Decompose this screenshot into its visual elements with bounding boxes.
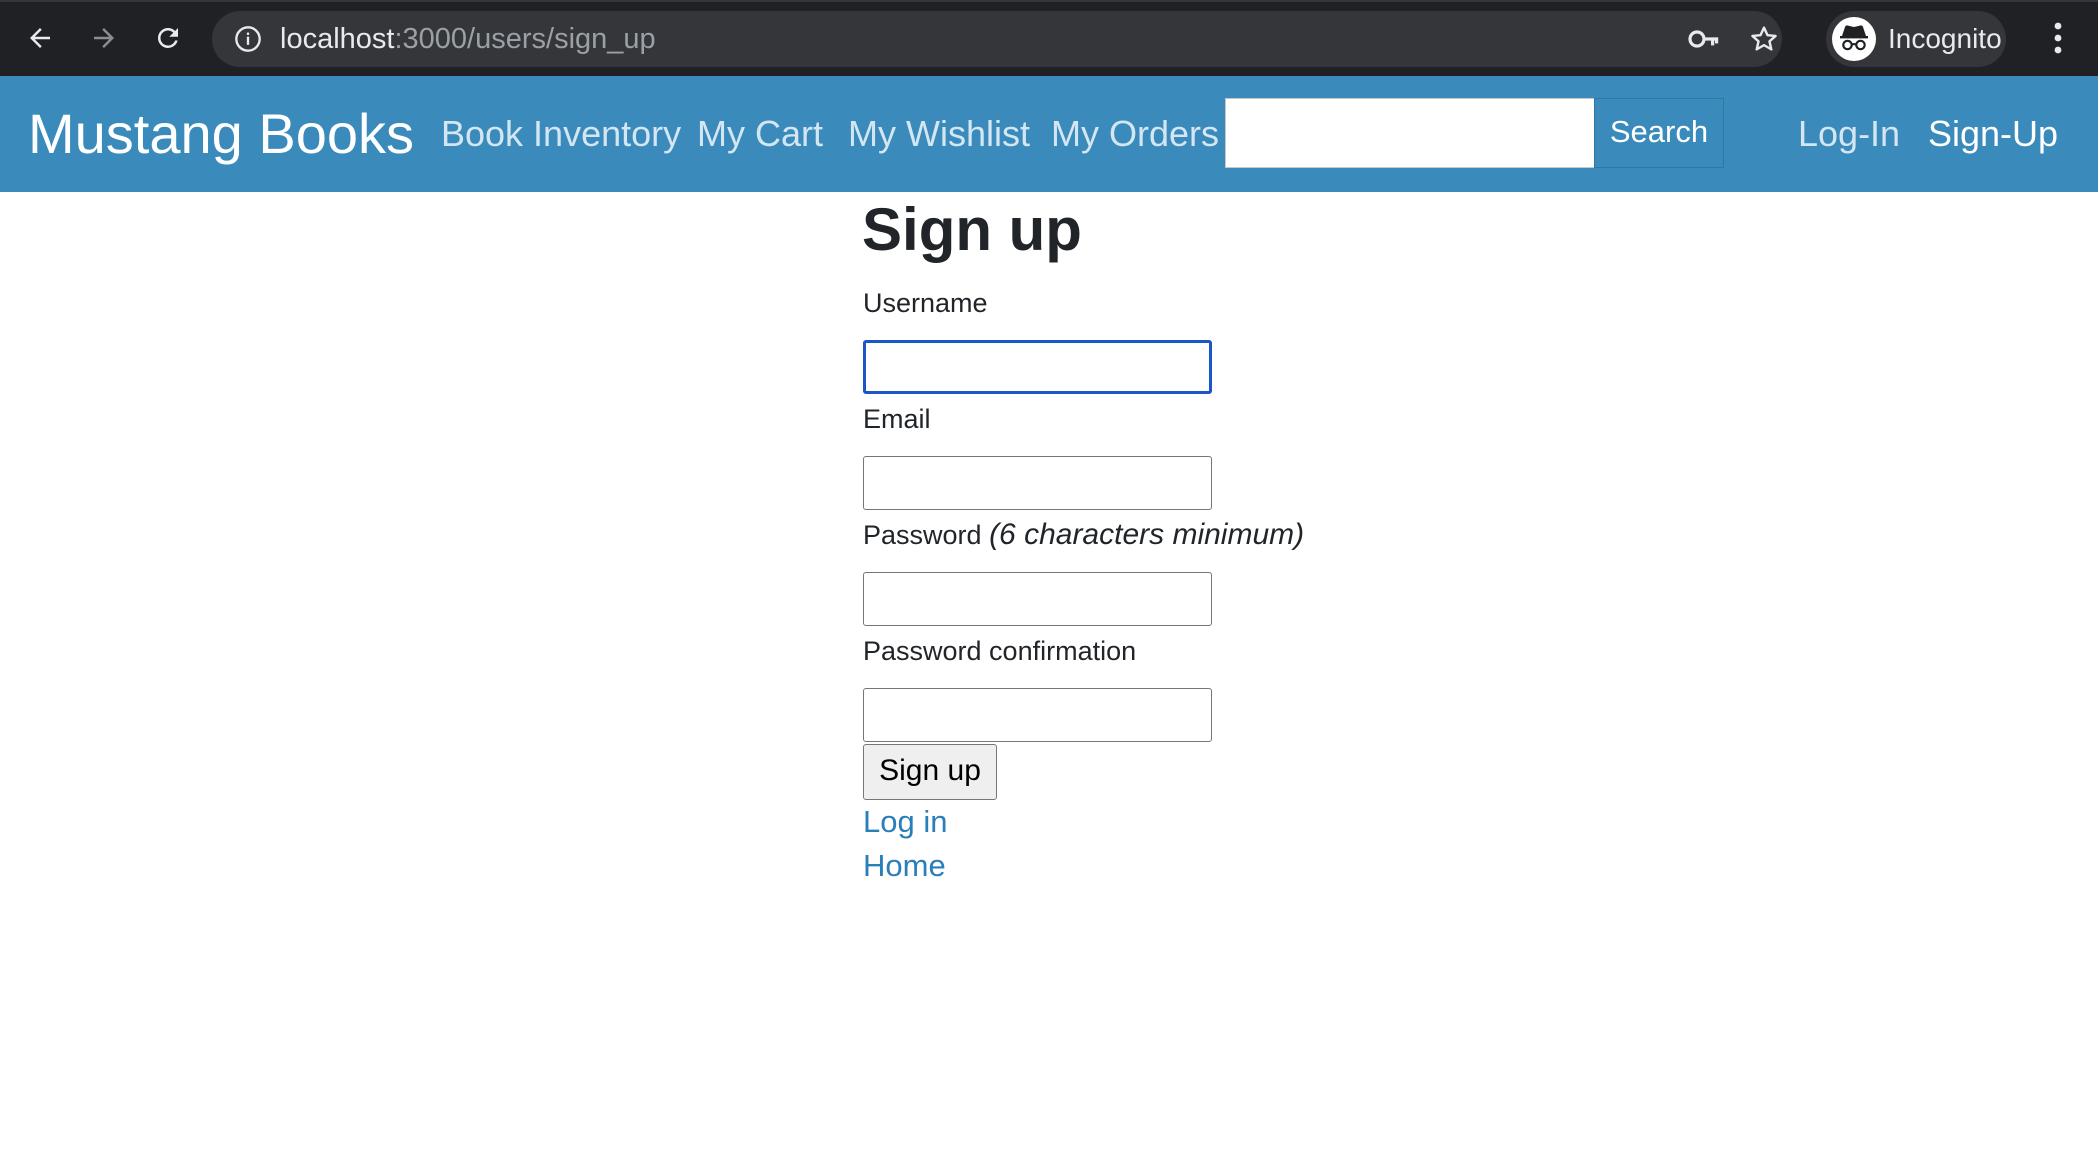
password-confirmation-label: Password confirmation xyxy=(863,636,1137,666)
url-path: :3000/users/sign_up xyxy=(394,23,656,55)
email-label: Email xyxy=(863,404,931,434)
address-bar[interactable]: localhost:3000/users/sign_up xyxy=(212,11,1782,67)
nav-link-my-orders[interactable]: My Orders xyxy=(1051,76,1219,192)
email-field[interactable] xyxy=(863,456,1212,510)
browser-toolbar: localhost:3000/users/sign_up Incognito xyxy=(0,0,2098,76)
back-arrow-icon[interactable] xyxy=(18,16,62,60)
log-in-link[interactable]: Log in xyxy=(863,802,947,842)
key-icon[interactable] xyxy=(1688,25,1720,53)
nav-link-book-inventory[interactable]: Book Inventory xyxy=(441,76,681,192)
incognito-label: Incognito xyxy=(1888,23,2002,54)
reload-icon[interactable] xyxy=(146,16,190,60)
password-confirmation-field[interactable] xyxy=(863,688,1212,742)
star-icon[interactable] xyxy=(1748,23,1780,55)
incognito-icon xyxy=(1832,17,1876,61)
nav-link-my-wishlist[interactable]: My Wishlist xyxy=(848,76,1030,192)
forward-arrow-icon[interactable] xyxy=(82,16,126,60)
url-text[interactable]: localhost:3000/users/sign_up xyxy=(280,11,656,67)
sign-up-button[interactable]: Sign up xyxy=(863,744,997,800)
kebab-menu-icon[interactable] xyxy=(2040,18,2076,58)
nav-link-log-in[interactable]: Log-In xyxy=(1798,76,1900,192)
url-host: localhost xyxy=(280,23,395,55)
search-button[interactable]: Search xyxy=(1594,98,1724,168)
page-title: Sign up xyxy=(862,196,1082,263)
home-link[interactable]: Home xyxy=(863,846,946,886)
password-field[interactable] xyxy=(863,572,1212,626)
password-hint: (6 characters minimum) xyxy=(989,518,1305,551)
incognito-profile-button[interactable]: Incognito xyxy=(1826,11,2006,67)
password-label: Password xyxy=(863,520,982,550)
info-icon[interactable] xyxy=(234,25,262,53)
nav-link-sign-up[interactable]: Sign-Up xyxy=(1928,76,2058,192)
username-field[interactable] xyxy=(863,340,1212,394)
username-label: Username xyxy=(863,288,988,318)
app-navbar: Mustang Books Book Inventory My Cart My … xyxy=(0,76,2098,192)
search-input[interactable] xyxy=(1225,98,1595,168)
nav-link-my-cart[interactable]: My Cart xyxy=(697,76,823,192)
brand-logo[interactable]: Mustang Books xyxy=(28,76,414,192)
password-label-row: Password (6 characters minimum) xyxy=(863,518,1304,552)
